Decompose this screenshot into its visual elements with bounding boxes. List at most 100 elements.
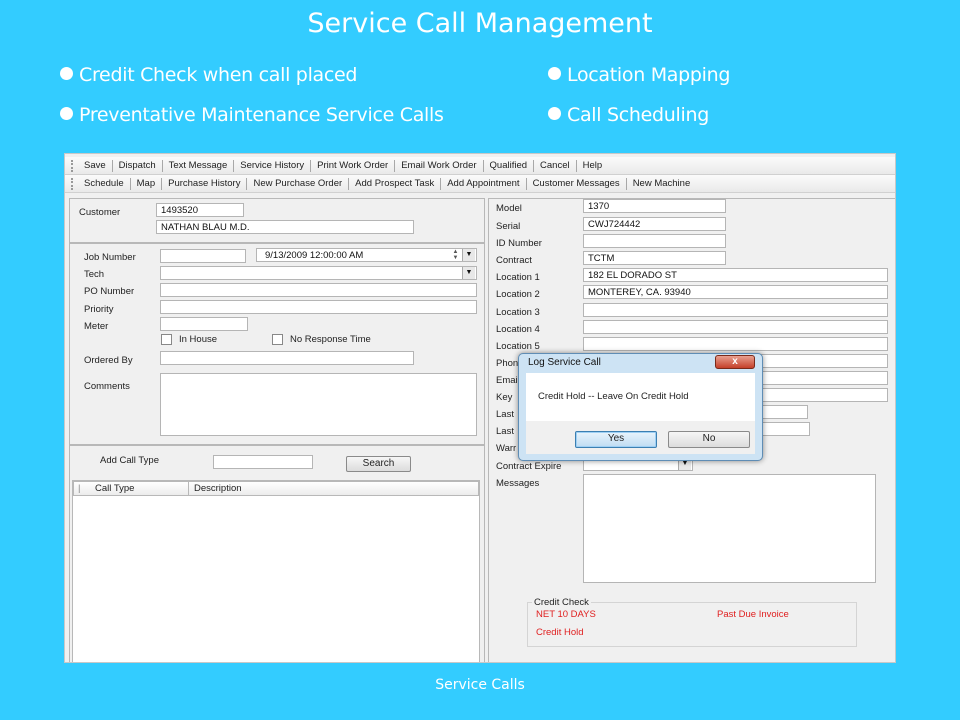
- main-toolbar: Save Dispatch Text Message Service Histo…: [65, 157, 895, 175]
- location-1-field[interactable]: 182 EL DORADO ST: [583, 268, 888, 282]
- bullet-call-scheduling: Call Scheduling: [548, 104, 709, 126]
- job-number-field[interactable]: [160, 249, 246, 263]
- service-call-window: Save Dispatch Text Message Service Histo…: [64, 153, 896, 663]
- meter-label: Meter: [84, 321, 109, 332]
- slide-footer: Service Calls: [435, 677, 525, 693]
- location-3-label: Location 3: [496, 307, 540, 318]
- key-field[interactable]: [755, 388, 888, 402]
- add-prospect-task-button[interactable]: Add Prospect Task: [349, 178, 440, 189]
- cancel-button[interactable]: Cancel: [534, 160, 576, 171]
- spin-updown-icon[interactable]: ▲ ▼: [450, 249, 461, 261]
- close-icon[interactable]: x: [715, 355, 755, 369]
- comments-textarea[interactable]: [160, 373, 477, 436]
- add-call-type-field[interactable]: [213, 455, 313, 469]
- save-button[interactable]: Save: [78, 160, 112, 171]
- bullet-dot-icon: [60, 67, 73, 80]
- location-5-label: Location 5: [496, 341, 540, 352]
- contract-label: Contract: [496, 255, 532, 266]
- help-button[interactable]: Help: [577, 160, 609, 171]
- toolbar-grip-icon[interactable]: [71, 159, 74, 172]
- warranty-label: Warr: [496, 443, 517, 454]
- bullet-text: Credit Check when call placed: [79, 64, 358, 86]
- job-datetime-value: 9/13/2009 12:00:00 AM: [265, 250, 364, 261]
- location-2-field[interactable]: MONTEREY, CA. 93940: [583, 285, 888, 299]
- grid-grip-icon: |: [78, 483, 81, 494]
- print-work-order-button[interactable]: Print Work Order: [311, 160, 394, 171]
- serial-label: Serial: [496, 221, 521, 232]
- last-field-2[interactable]: [755, 422, 810, 436]
- email-field[interactable]: [755, 371, 888, 385]
- messages-textarea[interactable]: [583, 474, 876, 583]
- location-3-field[interactable]: [583, 303, 888, 317]
- location-4-field[interactable]: [583, 320, 888, 334]
- dialog-footer: Yes No: [526, 421, 755, 454]
- customer-name-field[interactable]: NATHAN BLAU M.D.: [156, 220, 414, 234]
- ordered-by-field[interactable]: [160, 351, 414, 365]
- column-call-type[interactable]: Call Type: [95, 483, 134, 494]
- no-response-time-label: No Response Time: [290, 334, 371, 345]
- job-datetime-picker[interactable]: 9/13/2009 12:00:00 AM ▲ ▼ ▼: [256, 248, 477, 262]
- serial-field[interactable]: CWJ724442: [583, 217, 726, 231]
- qualified-button[interactable]: Qualified: [484, 160, 534, 171]
- map-button[interactable]: Map: [131, 178, 161, 189]
- phone-label: Phon: [496, 358, 519, 369]
- customer-number-field[interactable]: 1493520: [156, 203, 244, 217]
- credit-terms-text: NET 10 DAYS: [536, 609, 596, 620]
- priority-field[interactable]: [160, 300, 477, 314]
- credit-hold-text: Credit Hold: [536, 627, 584, 638]
- email-label: Emai: [496, 375, 518, 386]
- email-work-order-button[interactable]: Email Work Order: [395, 160, 482, 171]
- new-machine-button[interactable]: New Machine: [627, 178, 697, 189]
- schedule-button[interactable]: Schedule: [78, 178, 130, 189]
- service-history-button[interactable]: Service History: [234, 160, 310, 171]
- contract-field[interactable]: TCTM: [583, 251, 726, 265]
- ordered-by-label: Ordered By: [84, 355, 133, 366]
- po-number-field[interactable]: [160, 283, 477, 297]
- location-5-field[interactable]: [583, 337, 888, 351]
- location-2-label: Location 2: [496, 289, 540, 300]
- new-purchase-order-button[interactable]: New Purchase Order: [247, 178, 348, 189]
- customer-messages-button[interactable]: Customer Messages: [527, 178, 626, 189]
- past-due-invoice-text: Past Due Invoice: [717, 609, 789, 620]
- dispatch-button[interactable]: Dispatch: [113, 160, 162, 171]
- text-message-button[interactable]: Text Message: [163, 160, 234, 171]
- last-label-2: Last: [496, 426, 514, 437]
- dialog-title: Log Service Call: [528, 357, 601, 368]
- bullet-dot-icon: [548, 67, 561, 80]
- call-type-grid-header: | Call Type Description: [73, 481, 479, 496]
- model-field[interactable]: 1370: [583, 199, 726, 213]
- po-number-label: PO Number: [84, 286, 135, 297]
- key-label: Key: [496, 392, 513, 403]
- search-button[interactable]: Search: [346, 456, 411, 472]
- in-house-label: In House: [179, 334, 218, 345]
- bullet-dot-icon: [60, 107, 73, 120]
- calendar-dropdown-icon[interactable]: ▼: [462, 249, 475, 261]
- column-divider: [188, 482, 189, 495]
- location-4-label: Location 4: [496, 324, 540, 335]
- no-response-time-checkbox[interactable]: [272, 334, 283, 345]
- id-number-field[interactable]: [583, 234, 726, 248]
- customer-label: Customer: [79, 207, 121, 218]
- yes-button[interactable]: Yes: [575, 431, 657, 448]
- purchase-history-button[interactable]: Purchase History: [162, 178, 246, 189]
- contract-expire-label: Contract Expire: [496, 461, 562, 472]
- in-house-checkbox[interactable]: [161, 334, 172, 345]
- chevron-down-icon[interactable]: ▼: [462, 267, 475, 279]
- phone-field[interactable]: [755, 354, 888, 368]
- credit-check-title: Credit Check: [532, 597, 591, 608]
- meter-field[interactable]: [160, 317, 248, 331]
- toolbar-grip-icon[interactable]: [71, 177, 74, 190]
- add-appointment-button[interactable]: Add Appointment: [441, 178, 525, 189]
- dialog-message: Credit Hold -- Leave On Credit Hold: [538, 391, 689, 402]
- bullet-text: Preventative Maintenance Service Calls: [79, 104, 444, 126]
- no-button[interactable]: No: [668, 431, 750, 448]
- job-number-label: Job Number: [84, 252, 136, 263]
- model-label: Model: [496, 203, 522, 214]
- tech-select[interactable]: ▼: [160, 266, 477, 280]
- bullet-preventative-maintenance: Preventative Maintenance Service Calls: [60, 104, 444, 126]
- tech-label: Tech: [84, 269, 105, 280]
- column-description[interactable]: Description: [194, 483, 242, 494]
- call-type-grid[interactable]: [72, 480, 480, 662]
- log-service-call-dialog: Log Service Call x Credit Hold -- Leave …: [518, 353, 763, 461]
- bullet-location-mapping: Location Mapping: [548, 64, 730, 86]
